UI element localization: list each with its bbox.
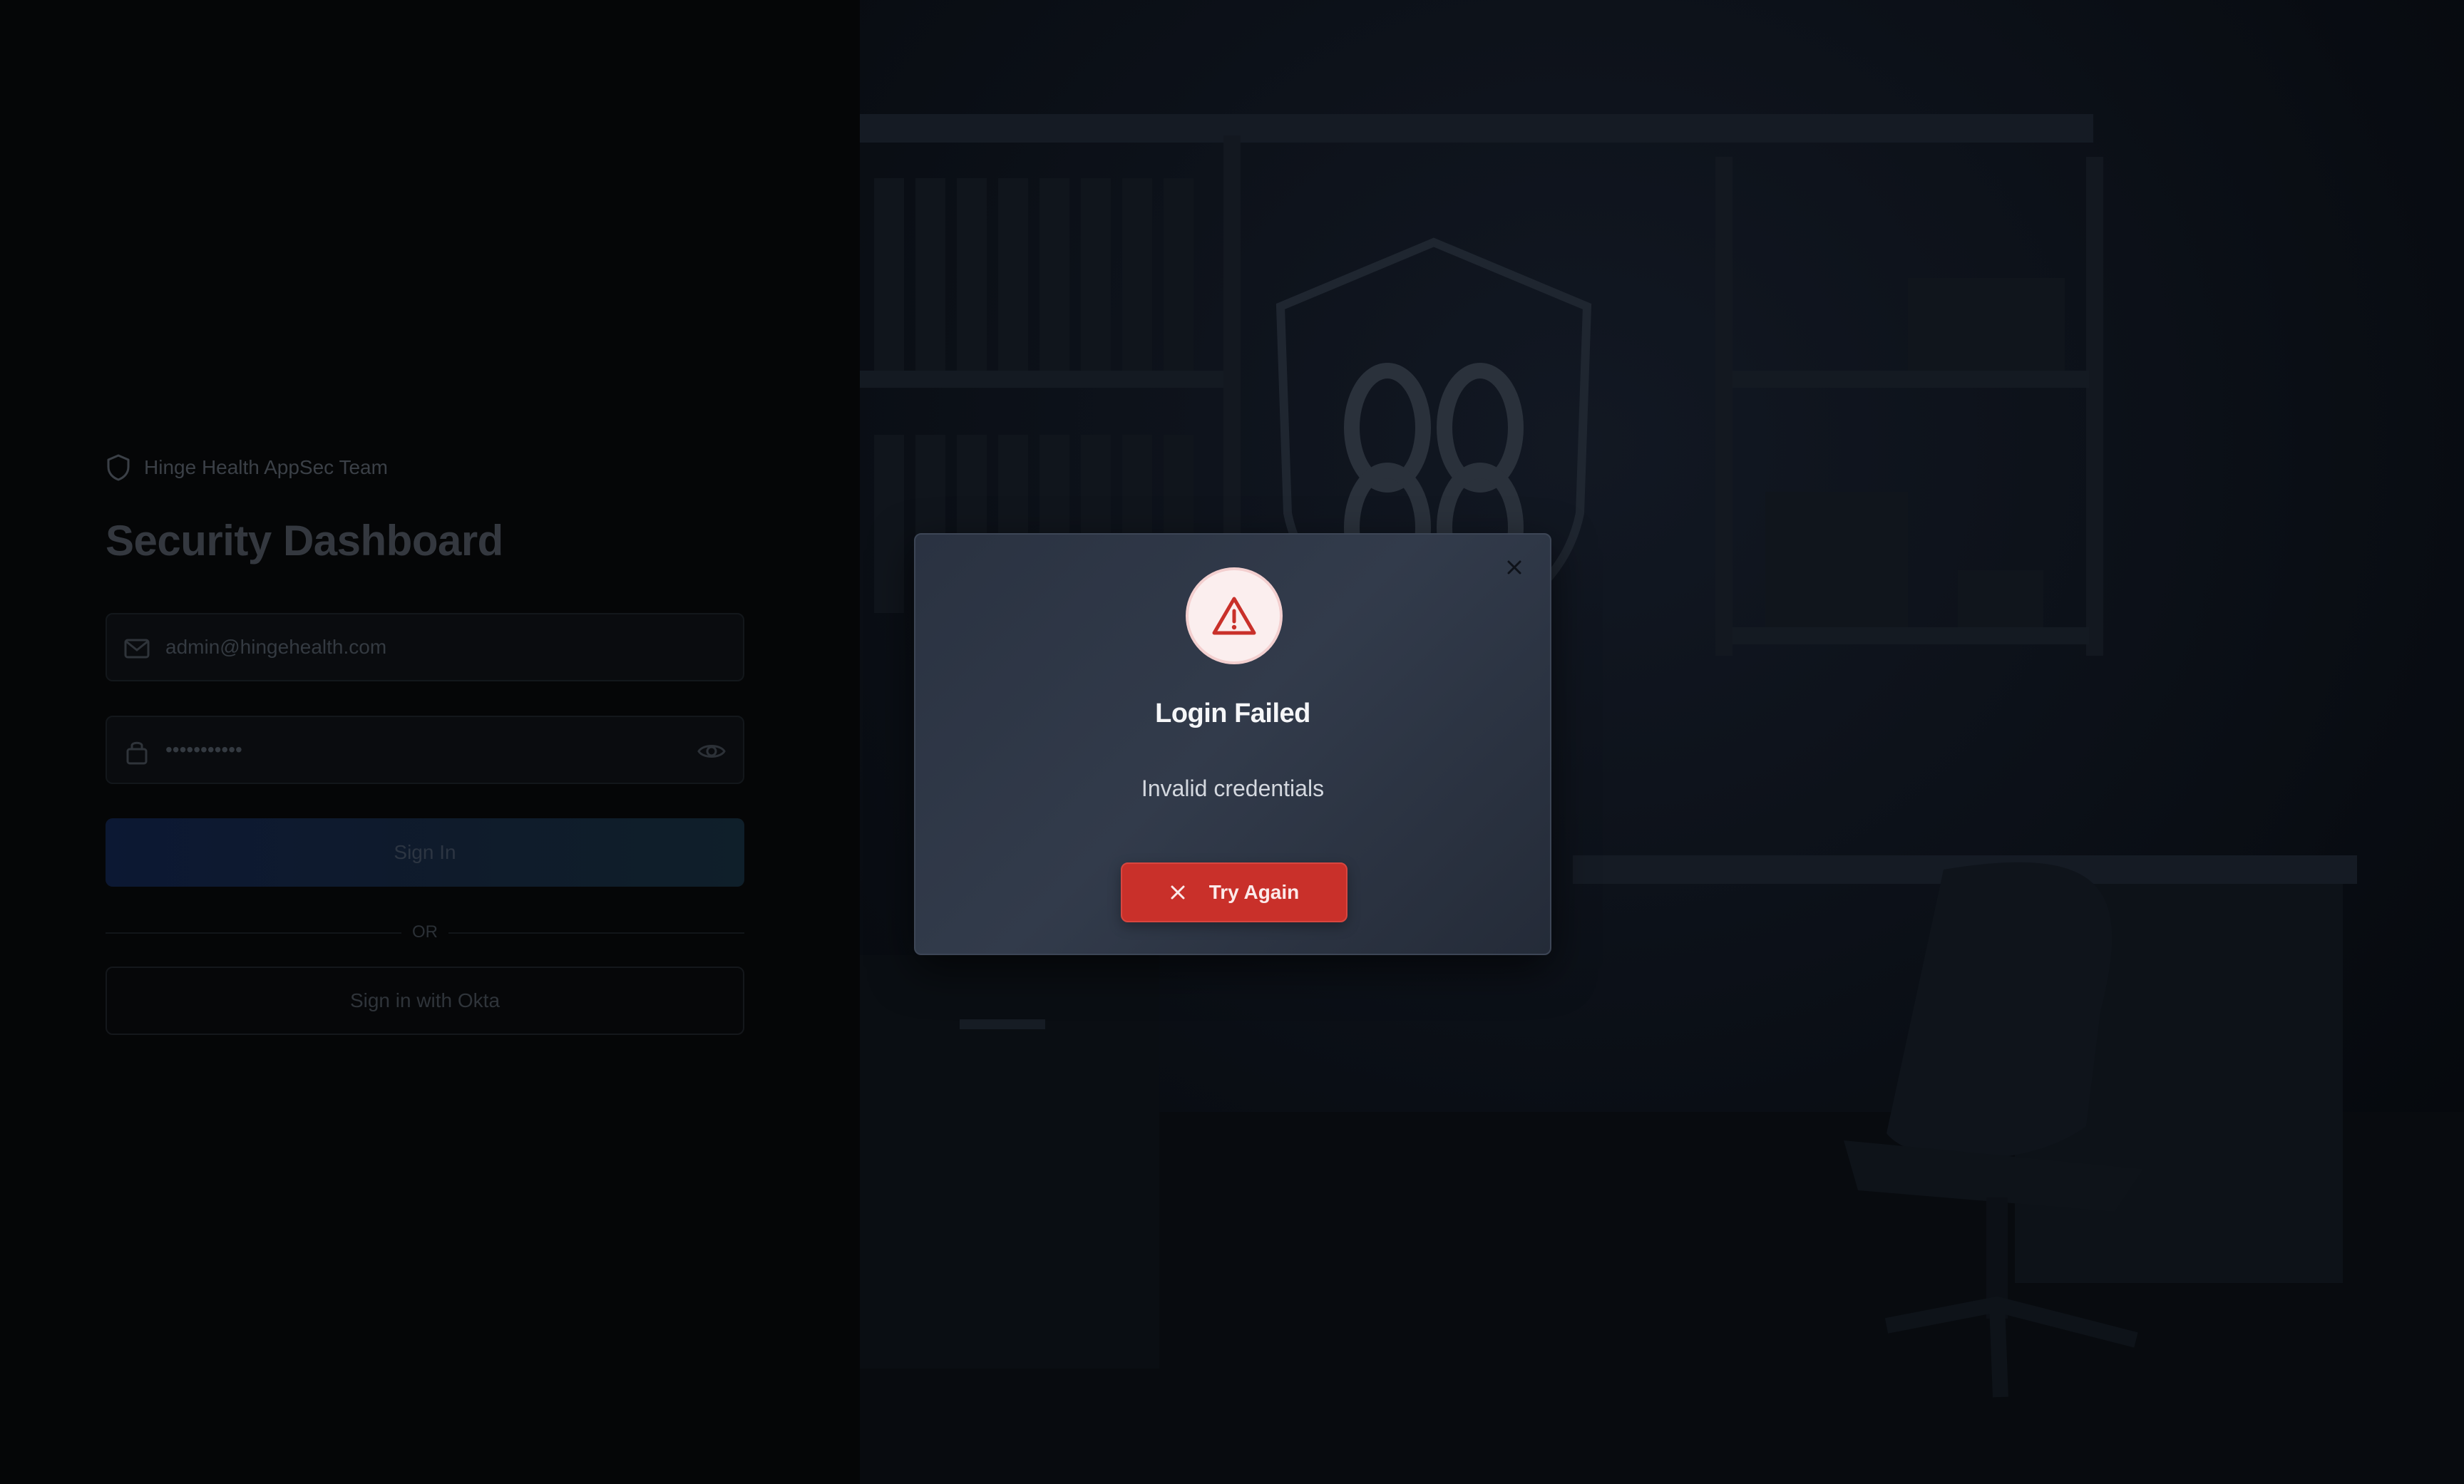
login-page: Hinge Health AppSec Team Security Dashbo…: [0, 0, 2464, 1484]
warning-triangle-icon: [1212, 597, 1256, 635]
okta-sign-in-button[interactable]: Sign in with Okta: [106, 967, 744, 1035]
divider-line-right: [448, 932, 744, 934]
page-title: Security Dashboard: [106, 517, 503, 565]
login-panel: Hinge Health AppSec Team Security Dashbo…: [0, 0, 860, 1484]
mail-icon: [124, 639, 150, 659]
try-again-button[interactable]: Try Again: [1121, 862, 1348, 922]
team-name: Hinge Health AppSec Team: [144, 456, 388, 478]
email-value: admin@hingehealth.com: [165, 636, 387, 658]
password-field[interactable]: •••••••••••: [106, 716, 744, 784]
email-field[interactable]: admin@hingehealth.com: [106, 613, 744, 681]
dialog-message: Invalid credentials: [1141, 776, 1325, 801]
lock-icon: [126, 741, 148, 765]
or-divider: OR: [106, 922, 744, 944]
sign-in-button[interactable]: Sign In: [106, 818, 744, 887]
brand: Hinge Health AppSec Team: [106, 453, 388, 482]
password-value: •••••••••••: [165, 738, 242, 761]
dialog-title: Login Failed: [1155, 699, 1310, 728]
login-failed-dialog: Login Failed Invalid credentials Try Aga…: [914, 533, 1551, 955]
shield-icon: [107, 454, 130, 481]
try-again-label: Try Again: [1208, 881, 1300, 903]
eye-icon[interactable]: [696, 737, 727, 766]
x-icon: [1171, 885, 1185, 900]
alert-badge: [1186, 567, 1283, 664]
close-icon[interactable]: [1504, 557, 1524, 577]
